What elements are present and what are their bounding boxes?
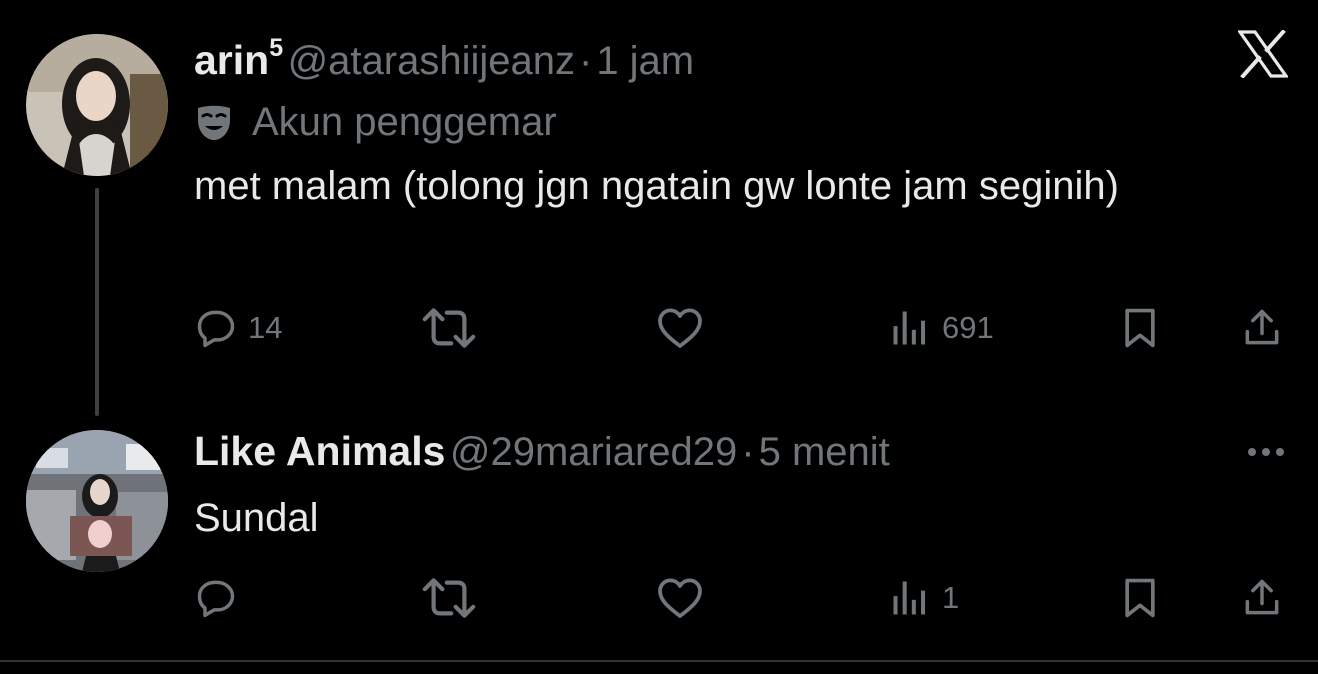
thread-connector-line: [95, 188, 99, 416]
heart-icon: [658, 308, 702, 348]
reply-bubble-icon: [197, 310, 235, 348]
tweet-1-text: met malam (tolong jgn ngatain gw lonte j…: [194, 164, 1119, 208]
bookmark-icon: [1125, 578, 1155, 618]
tweet-2-text: Sundal: [194, 496, 319, 540]
theater-mask-icon: [198, 105, 230, 140]
bar-chart-icon: [893, 311, 926, 345]
fan-account-text: Akun penggemar: [252, 99, 557, 144]
repost-icon: [422, 308, 476, 348]
separator-dot: ·: [741, 430, 755, 474]
views-button[interactable]: 1: [888, 576, 959, 620]
timestamp[interactable]: 1 jam: [596, 39, 694, 83]
like-button[interactable]: [656, 306, 704, 350]
reply-button[interactable]: 14: [194, 306, 282, 350]
share-button[interactable]: [1240, 306, 1284, 350]
views-button[interactable]: 691: [888, 306, 994, 350]
reply-count: 14: [248, 310, 283, 345]
bookmark-button[interactable]: [1120, 306, 1160, 350]
more-dots-icon: [1248, 448, 1284, 456]
fan-account-label[interactable]: Akun penggemar: [194, 96, 557, 148]
like-button[interactable]: [656, 576, 704, 620]
avatar-arin[interactable]: [26, 34, 168, 176]
avatar-like-animals[interactable]: [26, 430, 168, 572]
bookmark-button[interactable]: [1120, 576, 1160, 620]
repost-icon: [422, 578, 476, 618]
reply-bubble-icon: [197, 580, 235, 618]
views-count: 691: [942, 310, 994, 345]
tweet-2-header: Like Animals @29mariared29 · 5 menit: [194, 428, 890, 478]
more-options-button[interactable]: [1245, 438, 1287, 466]
display-name[interactable]: arin5: [194, 34, 283, 83]
timestamp[interactable]: 5 menit: [759, 430, 890, 474]
user-handle[interactable]: @atarashiijeanz: [288, 39, 575, 83]
share-button[interactable]: [1240, 576, 1284, 620]
share-upload-icon: [1245, 579, 1279, 615]
heart-icon: [658, 578, 702, 618]
user-handle[interactable]: @29mariared29: [450, 430, 737, 474]
share-upload-icon: [1245, 309, 1279, 345]
views-count: 1: [942, 580, 960, 615]
repost-button[interactable]: [420, 576, 478, 620]
x-logo-icon[interactable]: [1236, 29, 1290, 79]
repost-button[interactable]: [420, 306, 478, 350]
tweet-1-header: arin5 @atarashiijeanz · 1 jam: [194, 34, 694, 84]
divider: [0, 660, 1318, 662]
display-name[interactable]: Like Animals: [194, 428, 445, 474]
reply-button[interactable]: [194, 576, 238, 620]
bar-chart-icon: [893, 581, 926, 615]
separator-dot: ·: [578, 39, 593, 83]
bookmark-icon: [1125, 308, 1155, 348]
